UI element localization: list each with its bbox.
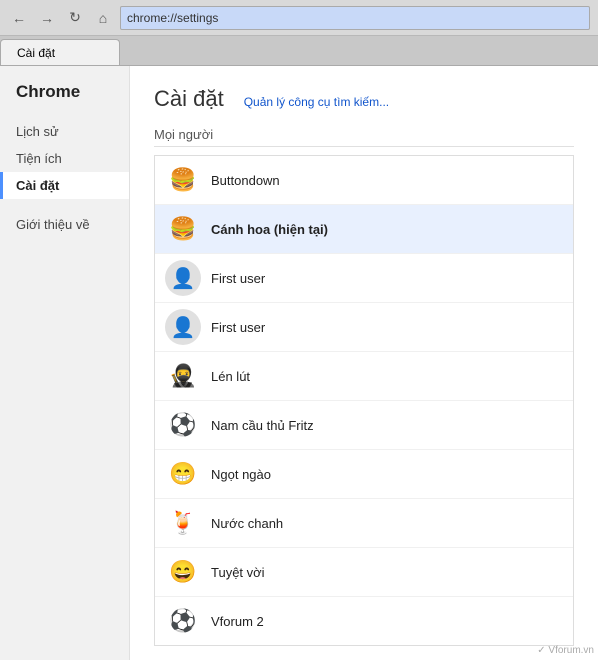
profile-name-firstuser1: First user — [211, 271, 265, 286]
profile-item-fritz[interactable]: ⚽ Nam cầu thủ Fritz — [155, 401, 573, 450]
profile-name-canhhoa: Cánh hoa (hiện tại) — [211, 222, 328, 237]
profile-item-firstuser2[interactable]: 👤 First user — [155, 303, 573, 352]
avatar-lenlut: 🥷 — [165, 358, 201, 394]
avatar-nuocchanh: 🍹 — [165, 505, 201, 541]
sidebar-divider — [0, 199, 129, 211]
profile-item-buttondown[interactable]: 🍔 Buttondown — [155, 156, 573, 205]
profile-item-vforum2[interactable]: ⚽ Vforum 2 — [155, 597, 573, 645]
profile-item-firstuser1[interactable]: 👤 First user — [155, 254, 573, 303]
manage-link[interactable]: Quản lý công cụ tìm kiếm... — [244, 95, 389, 109]
page-title: Cài đặt — [154, 86, 224, 112]
browser-toolbar: ← → ↻ ⌂ — [0, 0, 598, 36]
avatar-firstuser1: 👤 — [165, 260, 201, 296]
profile-name-ngotngao: Ngọt ngào — [211, 467, 271, 482]
profile-name-fritz: Nam cầu thủ Fritz — [211, 418, 314, 433]
profile-name-lenlut: Lén lút — [211, 369, 250, 384]
content-area: Cài đặt Quản lý công cụ tìm kiếm... Mọi … — [130, 66, 598, 660]
avatar-buttondown: 🍔 — [165, 162, 201, 198]
avatar-canhhoa: 🍔 — [165, 211, 201, 247]
sidebar-item-extensions[interactable]: Tiện ích — [0, 145, 129, 172]
profile-name-tuyetvoi: Tuyệt vời — [211, 565, 265, 580]
sidebar-item-settings[interactable]: Cài đặt — [0, 172, 129, 199]
home-button[interactable]: ⌂ — [92, 7, 114, 29]
profile-name-nuocchanh: Nước chanh — [211, 516, 283, 531]
profile-name-firstuser2: First user — [211, 320, 265, 335]
profile-list: 🍔 Buttondown 🍔 Cánh hoa (hiện tại) 👤 Fir… — [154, 155, 574, 646]
sidebar-item-about[interactable]: Giới thiệu về — [0, 211, 129, 238]
avatar-tuyetvoi: 😄 — [165, 554, 201, 590]
avatar-firstuser2: 👤 — [165, 309, 201, 345]
main-layout: Chrome Lịch sử Tiện ích Cài đặt Giới thi… — [0, 66, 598, 660]
avatar-fritz: ⚽ — [165, 407, 201, 443]
watermark: ✓ Vforum.vn — [537, 645, 594, 656]
address-bar[interactable] — [120, 6, 590, 30]
profile-item-ngotngao[interactable]: 😁 Ngọt ngào — [155, 450, 573, 499]
profile-item-nuocchanh[interactable]: 🍹 Nước chanh — [155, 499, 573, 548]
settings-tab[interactable]: Cài đặt — [0, 39, 120, 65]
avatar-ngotngao: 😁 — [165, 456, 201, 492]
sidebar-item-history[interactable]: Lịch sử — [0, 118, 129, 145]
profile-name-vforum2: Vforum 2 — [211, 614, 264, 629]
sidebar-title: Chrome — [0, 82, 129, 118]
profile-item-lenlut[interactable]: 🥷 Lén lút — [155, 352, 573, 401]
reload-button[interactable]: ↻ — [64, 7, 86, 29]
section-title: Mọi người — [154, 127, 574, 147]
avatar-vforum2: ⚽ — [165, 603, 201, 639]
tab-bar: Cài đặt — [0, 36, 598, 66]
forward-button[interactable]: → — [36, 7, 58, 29]
sidebar: Chrome Lịch sử Tiện ích Cài đặt Giới thi… — [0, 66, 130, 660]
profile-item-canhhoa[interactable]: 🍔 Cánh hoa (hiện tại) — [155, 205, 573, 254]
tab-label: Cài đặt — [17, 46, 55, 60]
profile-item-tuyetvoi[interactable]: 😄 Tuyệt vời — [155, 548, 573, 597]
back-button[interactable]: ← — [8, 7, 30, 29]
profile-name-buttondown: Buttondown — [211, 173, 280, 188]
